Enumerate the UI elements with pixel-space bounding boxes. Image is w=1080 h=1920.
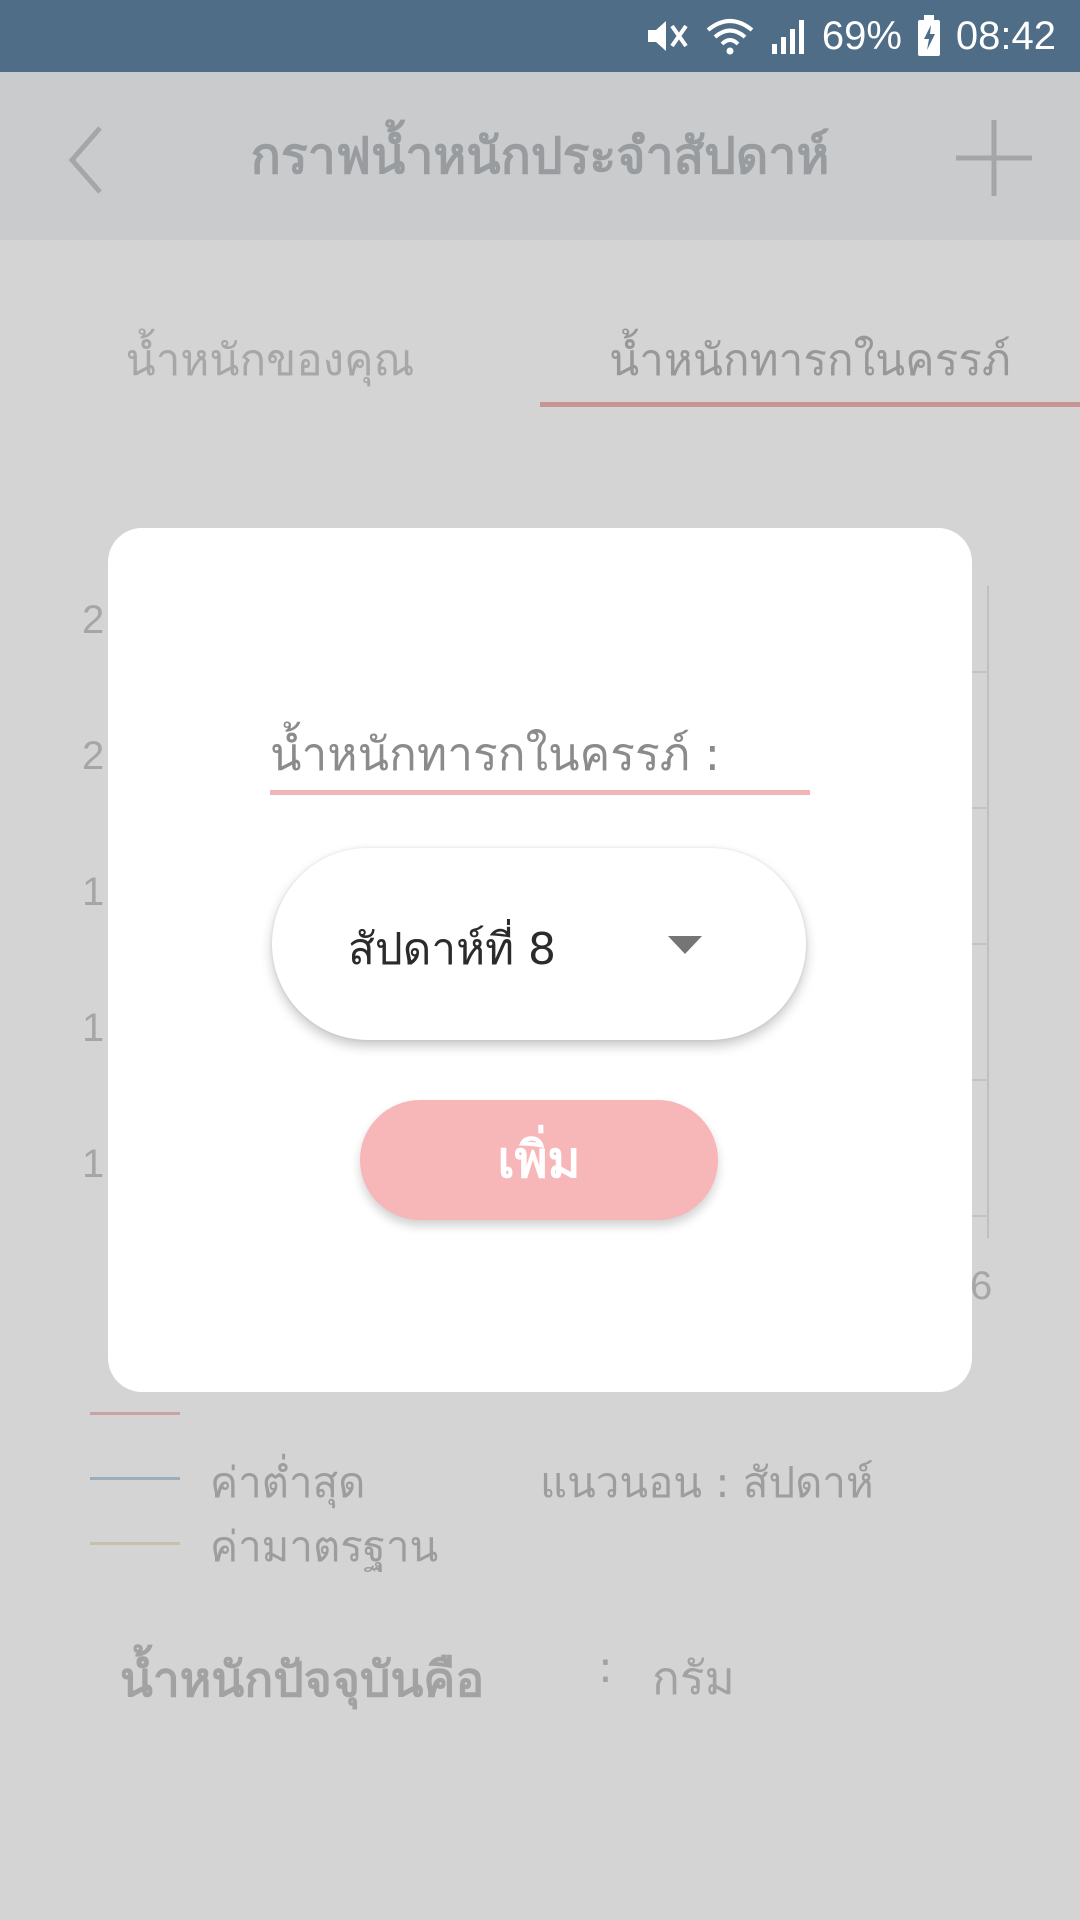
baby-weight-field-label[interactable]: น้ำหนักทารกในครรภ์ : bbox=[270, 718, 720, 791]
baby-weight-field-underline bbox=[270, 790, 810, 795]
battery-charging-icon bbox=[916, 15, 942, 57]
signal-icon bbox=[770, 16, 808, 56]
battery-percent: 69% bbox=[821, 13, 902, 58]
clock-time: 08:42 bbox=[955, 13, 1056, 58]
caret-down-icon bbox=[668, 936, 702, 954]
status-bar: 69% 08:42 bbox=[0, 0, 1080, 72]
wifi-icon bbox=[704, 16, 756, 56]
add-button[interactable]: เพิ่ม bbox=[360, 1100, 718, 1220]
mute-vibrate-icon bbox=[644, 16, 690, 56]
week-select-value: สัปดาห์ที่ 8 bbox=[348, 924, 557, 975]
add-baby-weight-dialog: น้ำหนักทารกในครรภ์ : สัปดาห์ที่ 8 เพิ่ม bbox=[108, 528, 972, 1392]
week-select-dropdown[interactable]: สัปดาห์ที่ 8 bbox=[272, 848, 806, 1040]
